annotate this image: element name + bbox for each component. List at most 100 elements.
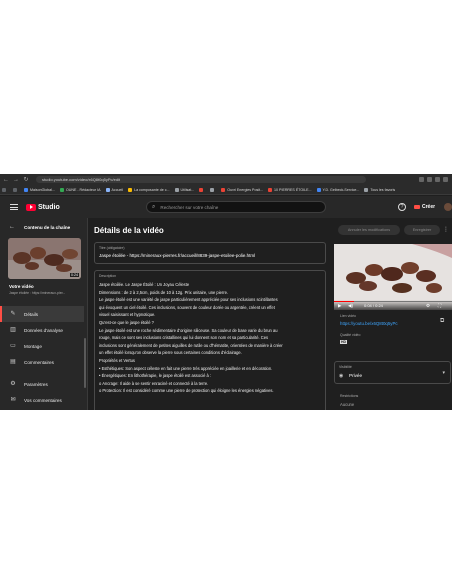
back-arrow-icon[interactable]: ← <box>2 176 10 184</box>
video-player[interactable]: ▶ ◀) 0:04 / 0:24 ⚙ ⛶ <box>334 244 452 310</box>
title-field-label: Titre (obligatoire) <box>99 246 125 250</box>
visibility-value: Privée <box>349 373 363 378</box>
bookmark-label: Utilisat... <box>180 187 195 192</box>
play-icon[interactable]: ▶ <box>338 303 341 309</box>
description-line: Jaspe étoilée. Le Jaspe Étoilé : Un Joya… <box>99 282 190 287</box>
restrictions-value: Aucune <box>340 402 355 407</box>
profile-icon[interactable] <box>443 177 448 182</box>
search-bar[interactable]: ⌕ Rechercher sur votre chaîne <box>146 201 326 213</box>
volume-icon[interactable]: ◀) <box>348 303 353 309</box>
sidebar-item-label: Détails <box>24 311 39 317</box>
bookmark-favicon-icon <box>13 187 17 192</box>
bookmark-label: La composante de c... <box>134 187 170 192</box>
description-input[interactable]: Jaspe étoilée. Le Jaspe Étoilé : Un Joya… <box>99 281 325 395</box>
search-icon: ⌕ <box>152 203 156 210</box>
bookmark-favicon-icon <box>174 187 179 192</box>
settings-icon: ⚙ <box>10 381 16 387</box>
description-line: • Esthétiques: Son aspect céleste en fai… <box>99 365 273 371</box>
bookmark-favicon-icon <box>2 187 6 192</box>
visibility-label: Visibilité <box>339 365 352 369</box>
bookmark-label: 10 PIERRES ÉTOILE... <box>274 187 312 192</box>
progress-bar[interactable] <box>334 301 452 302</box>
sidebar-item-analytics[interactable]: ▥ Données d'analyse <box>0 322 84 338</box>
sidebar-item-comments[interactable]: ▤ Commentaires <box>0 354 84 370</box>
video-thumbnail[interactable]: 0:24 <box>8 238 81 279</box>
search-input[interactable]: Rechercher sur votre chaîne <box>160 205 218 210</box>
bookmark-item[interactable]: Ouvri Energies Posit... <box>221 187 264 192</box>
bookmark-label: Y.D. Gelbeck-Service... <box>322 187 360 192</box>
save-button[interactable]: Enregistrer <box>404 225 440 235</box>
extension-icon[interactable] <box>435 177 440 182</box>
sidebar-item-label: Montage <box>24 343 42 349</box>
studio-logo[interactable]: Studio <box>26 203 60 211</box>
bookmark-item[interactable]: Utilisat... <box>174 187 195 192</box>
more-options-icon[interactable]: ⋮ <box>443 226 449 233</box>
bookmark-item[interactable]: MaisonGlobal... <box>24 187 55 192</box>
extension-icon[interactable] <box>419 177 424 182</box>
undo-changes-button[interactable]: Annuler les modifications <box>338 225 400 235</box>
bookmark-item[interactable] <box>199 187 205 192</box>
bookmark-item[interactable]: Tous les favoris <box>364 187 396 192</box>
video-link[interactable]: https://youtu.be/x6Q8t0q5yPc <box>340 321 398 326</box>
forward-arrow-icon[interactable]: → <box>12 176 20 184</box>
description-line: inclusions sont généralement de petites … <box>99 342 283 348</box>
description-line: • Énergétiques: En lithothérapie, le jas… <box>99 373 212 379</box>
sidebar-item-feedback[interactable]: ✉ Vos commentaires <box>0 392 84 408</box>
bookmark-item[interactable] <box>2 187 8 192</box>
avatar[interactable] <box>444 203 452 211</box>
bookmark-label: Accueil <box>111 187 124 192</box>
bookmark-favicon-icon <box>199 187 204 192</box>
youtube-play-icon <box>26 203 36 211</box>
eye-off-icon: ◉ <box>339 373 344 379</box>
sidebar-item-settings[interactable]: ⚙ Paramètres <box>0 376 84 392</box>
description-line: o Ancrage: Il aide à se sentir enraciné … <box>99 380 209 386</box>
bookmark-label: Tous les favoris <box>370 187 396 192</box>
page-title: Détails de la vidéo <box>94 226 164 235</box>
title-input[interactable]: Jaspe étoilée - https://mineraux-pierres… <box>99 253 255 258</box>
bookmark-label: MaisonGlobal... <box>30 187 55 192</box>
bookmark-item[interactable]: Y.D. Gelbeck-Service... <box>316 187 360 192</box>
help-icon[interactable]: ? <box>398 203 406 211</box>
back-arrow-icon[interactable]: ← <box>9 224 15 230</box>
video-duration: 0:24 <box>70 273 79 277</box>
sidebar-title: Contenu de la chaîne <box>24 225 71 230</box>
sidebar-item-label: Paramètres <box>24 381 48 387</box>
sidebar-item-label: Données d'analyse <box>24 327 63 333</box>
bookmark-favicon-icon <box>364 187 369 192</box>
fullscreen-icon[interactable]: ⛶ <box>438 303 441 308</box>
sidebar-scrollbar[interactable] <box>84 338 86 388</box>
url-field[interactable]: studio.youtube.com/video/x6Q8t0q5yPc/edi… <box>36 176 366 183</box>
bookmark-item[interactable]: Accueil <box>105 187 124 192</box>
title-field[interactable]: Titre (obligatoire) Jaspe étoilée - http… <box>94 242 326 264</box>
description-field[interactable]: Description Jaspe étoilée. Le Jaspe Étoi… <box>94 270 326 410</box>
sidebar-item-editor[interactable]: ▭ Montage <box>0 338 84 354</box>
sidebar-item-label: Commentaires <box>24 359 54 365</box>
browser-address-bar: ← → ↻ studio.youtube.com/video/x6Q8t0q5y… <box>0 174 452 185</box>
video-link-label: Lien vidéo <box>340 314 356 318</box>
description-line: Qu'est-ce que le jaspe étoilé ? <box>99 319 154 325</box>
sidebar: ← Contenu de la chaîne 0:24 Votre vidéo … <box>0 218 88 410</box>
description-line: Le jaspe étoilé est une roche sédimentai… <box>99 327 278 333</box>
bookmark-item[interactable]: 10 PIERRES ÉTOILE... <box>268 187 312 192</box>
bookmark-label: Ouvri Energies Posit... <box>227 187 264 192</box>
description-line: Dimensions : de 2 à 2,5cm, poids de 10 à… <box>99 289 229 295</box>
bookmark-item[interactable] <box>210 187 216 192</box>
menu-icon[interactable] <box>10 204 18 210</box>
visibility-select[interactable]: Visibilité ◉ Privée ▾ <box>334 361 451 384</box>
bookmark-favicon-icon <box>24 187 28 192</box>
bookmark-favicon-icon <box>221 187 226 192</box>
settings-icon[interactable]: ⚙ <box>426 303 430 309</box>
time-display: 0:04 / 0:24 <box>364 303 383 308</box>
copy-icon[interactable]: ⧉ <box>440 318 444 325</box>
bookmark-item[interactable] <box>13 187 19 192</box>
bookmark-favicon-icon <box>316 187 321 192</box>
hd-badge: HD <box>340 340 348 344</box>
sidebar-item-details[interactable]: ✎ Détails <box>0 306 84 322</box>
bookmark-item[interactable]: OUNE - Rédacteur IA <box>59 187 101 192</box>
description-line: Le jaspe étoilé est une variété de jaspe… <box>99 297 278 303</box>
create-button[interactable]: Créer <box>414 202 435 212</box>
quality-label: Qualité vidéo <box>340 333 361 337</box>
bookmark-item[interactable]: La composante de c... <box>128 187 170 192</box>
reload-icon[interactable]: ↻ <box>22 176 30 184</box>
extension-icon[interactable] <box>427 177 432 182</box>
